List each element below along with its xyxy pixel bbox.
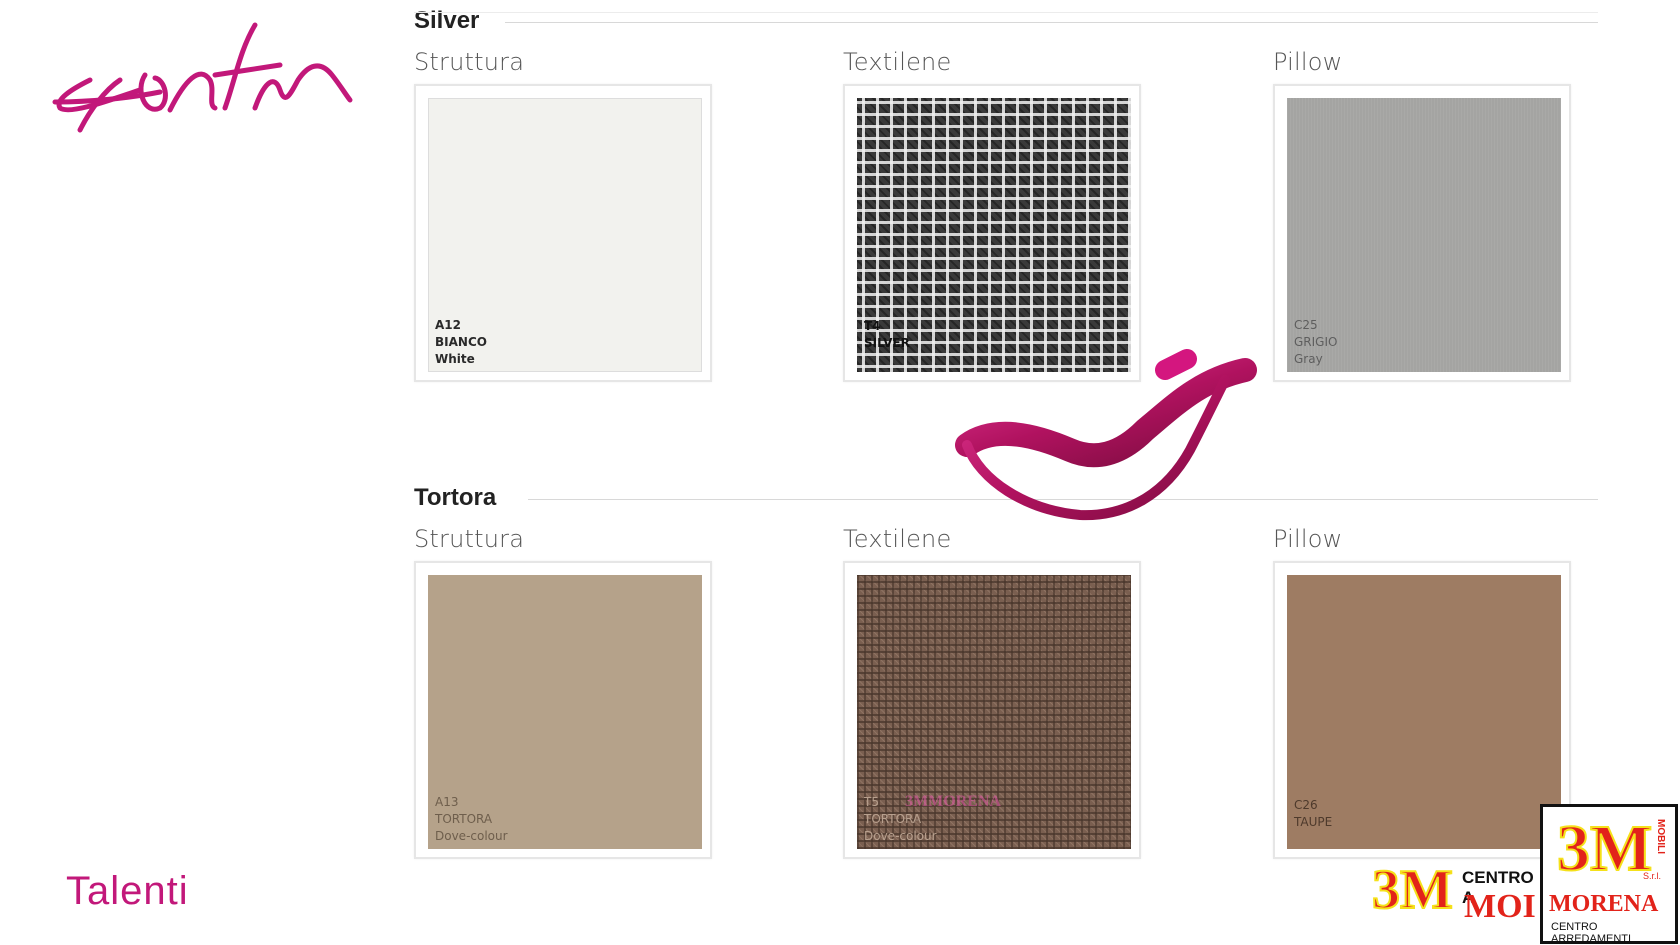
column-label-struttura: Struttura bbox=[414, 48, 525, 76]
swatch-a13-tortora: A13 TORTORA Dove-colour bbox=[428, 575, 702, 849]
swatch-a12-bianco: A12 BIANCO White bbox=[428, 98, 702, 372]
column-label-textilene: Textilene bbox=[843, 48, 952, 76]
svg-text:Talenti: Talenti bbox=[66, 870, 189, 912]
swatch-caption: C25 GRIGIO Gray bbox=[1294, 318, 1338, 366]
dealer-name: MORENA bbox=[1549, 891, 1659, 917]
section-divider bbox=[505, 22, 1598, 23]
dealer-logo-partial: 3M CENTRO A MOI bbox=[1371, 859, 1542, 930]
watermark-logo: 3MMORENA bbox=[905, 793, 1001, 810]
top-border-line bbox=[414, 12, 1598, 13]
swatch-card-t4-silver[interactable]: T4 SILVER bbox=[843, 84, 1141, 382]
column-label-textilene: Textilene bbox=[843, 525, 952, 553]
swatch-c26-taupe: C26 TAUPE bbox=[1287, 575, 1561, 849]
column-label-struttura: Struttura bbox=[414, 525, 525, 553]
swatch-card-c26-taupe[interactable]: C26 TAUPE bbox=[1273, 561, 1571, 859]
column-label-pillow: Pillow bbox=[1273, 48, 1343, 76]
swatch-c25-grigio: C25 GRIGIO Gray bbox=[1287, 98, 1561, 372]
swatch-card-a13-tortora[interactable]: A13 TORTORA Dove-colour bbox=[414, 561, 712, 859]
swatch-caption: T4 SILVER bbox=[864, 319, 910, 350]
swatch-t5-tortora: T5 TORTORA Dove-colour 3MMORENA bbox=[857, 575, 1131, 849]
column-label-pillow: Pillow bbox=[1273, 525, 1343, 553]
talenti-brand-logo: Talenti bbox=[66, 870, 189, 912]
swatch-card-a12-bianco[interactable]: A12 BIANCO White bbox=[414, 84, 712, 382]
swatch-t4-silver: T4 SILVER bbox=[857, 98, 1131, 372]
talenti-signature-logo bbox=[52, 22, 353, 133]
dealer-mark: 3M bbox=[1556, 812, 1653, 886]
section-title-tortora: Tortora bbox=[414, 484, 497, 511]
dealer-srl: S.r.l. bbox=[1643, 871, 1662, 881]
dealer-logo-box: 3M MOBILI S.r.l. MORENA CENTRO ARREDAMEN… bbox=[1540, 804, 1678, 945]
dealer-partial-name: MOI bbox=[1464, 888, 1536, 925]
swatch-caption: A13 TORTORA Dove-colour bbox=[435, 795, 508, 843]
lounger-chair-graphic bbox=[955, 349, 1257, 521]
swatch-caption: A12 BIANCO White bbox=[435, 318, 487, 366]
dealer-side-text: MOBILI bbox=[1655, 819, 1666, 854]
swatch-card-c25-grigio[interactable]: C25 GRIGIO Gray bbox=[1273, 84, 1571, 382]
dealer-mark: 3M bbox=[1371, 859, 1454, 921]
swatch-caption: C26 TAUPE bbox=[1294, 798, 1333, 829]
swatch-card-t5-tortora[interactable]: T5 TORTORA Dove-colour 3MMORENA bbox=[843, 561, 1141, 859]
dealer-tagline: CENTRO ARREDAMENTI bbox=[1551, 921, 1632, 945]
